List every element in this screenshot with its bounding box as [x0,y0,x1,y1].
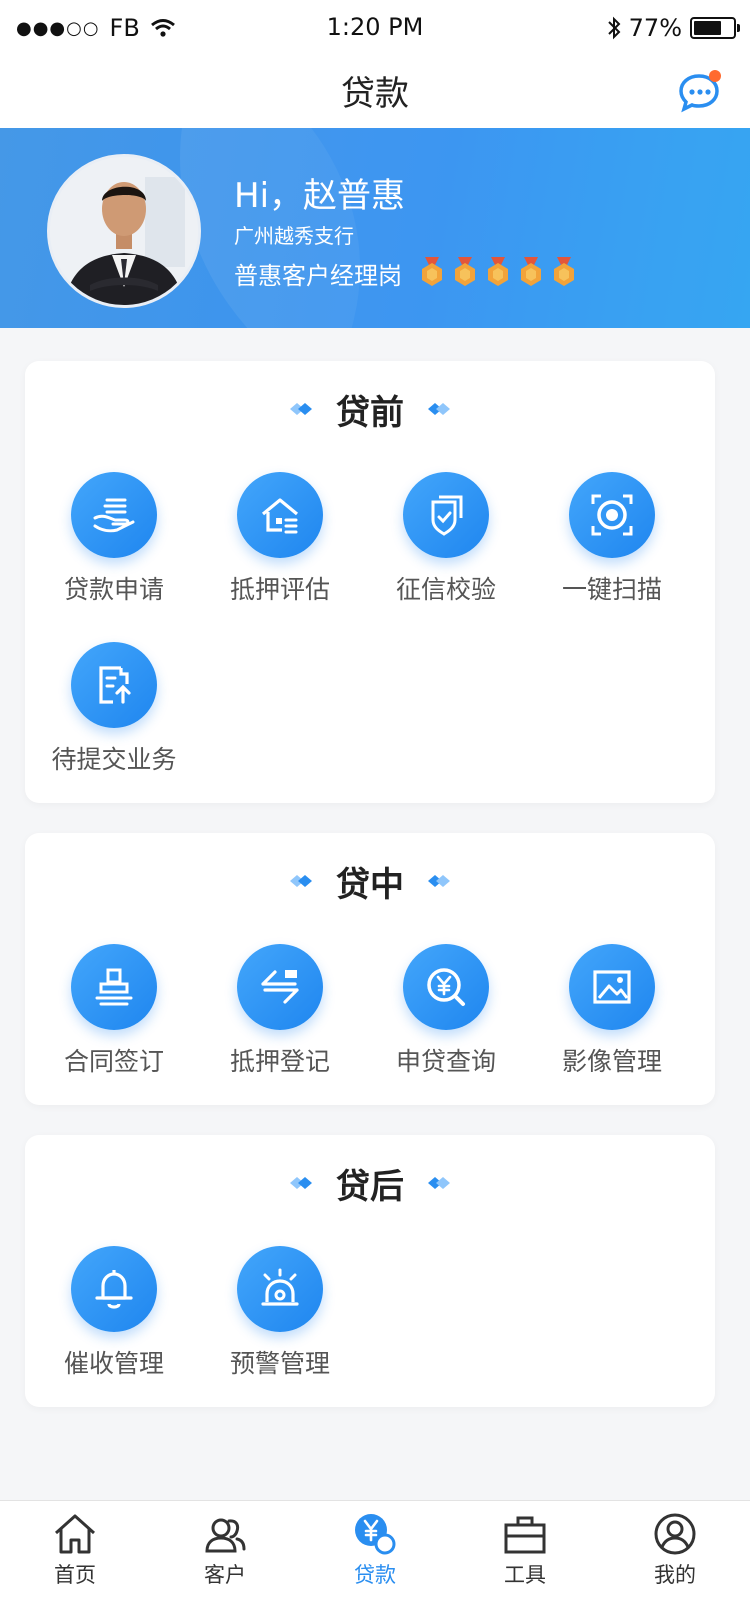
scan-icon [569,472,655,558]
image-icon [569,944,655,1030]
tab-label: 我的 [654,1563,696,1587]
customers-icon [205,1518,246,1553]
diamond-left-icon [290,403,312,415]
medal-icon [455,257,475,286]
tab-label: 首页 [54,1563,96,1587]
shield-check-icon [403,472,489,558]
medal-icon [554,257,574,286]
section-header: 贷后 [25,1161,715,1207]
role-name: 普惠客户经理岗 [234,262,402,290]
item-label: 一键扫描 [561,575,662,604]
transfer-icon [237,944,323,1030]
menu-item-pending-submit[interactable]: 待提交业务 [29,642,199,776]
menu-item-loan-apply[interactable]: 贷款申请 [29,472,199,606]
item-label: 抵押登记 [229,1047,330,1076]
section-header: 贷中 [25,859,715,905]
item-label: 催收管理 [63,1349,164,1378]
menu-item-loan-query[interactable]: 申贷查询 [361,944,531,1078]
branch-name: 广州越秀支行 [234,224,354,248]
home-icon [54,1514,96,1554]
nav-bar: 贷款 [0,56,750,128]
item-label: 征信校验 [395,575,496,604]
diamond-left-icon [290,875,312,887]
menu-item-mortgage-register[interactable]: 抵押登记 [195,944,365,1078]
greeting-text: Hi，赵普惠 [234,176,406,216]
menu-item-mortgage-evaluate[interactable]: 抵押评估 [195,472,365,606]
item-label: 合同签订 [63,1047,164,1076]
item-label: 待提交业务 [51,745,177,774]
item-label: 抵押评估 [229,575,330,604]
section-title: 贷中 [336,864,404,905]
menu-item-warning[interactable]: 预警管理 [195,1246,365,1380]
section-title: 贷前 [336,392,404,433]
loan-apply-icon [71,472,157,558]
medal-icon [488,257,508,286]
alarm-icon [237,1246,323,1332]
stamp-icon [71,944,157,1030]
tab-label: 工具 [504,1563,546,1587]
document-upload-icon [71,642,157,728]
user-photo [50,157,198,305]
bell-icon [71,1246,157,1332]
section-header: 贷前 [25,387,715,433]
tab-tools[interactable]: 工具 [450,1501,600,1601]
menu-item-image-manage[interactable]: 影像管理 [527,944,697,1078]
profile-banner: Hi，赵普惠 广州越秀支行 普惠客户经理岗 [0,128,750,328]
tab-label: 贷款 [354,1563,396,1587]
diamond-left-icon [290,1177,312,1189]
item-label: 预警管理 [229,1349,330,1378]
tab-customers[interactable]: 客户 [150,1501,300,1601]
tab-loan[interactable]: 贷款 [300,1501,450,1601]
tab-mine[interactable]: 我的 [600,1501,750,1601]
avatar[interactable] [47,154,201,308]
menu-item-credit-check[interactable]: 征信校验 [361,472,531,606]
house-evaluate-icon [237,472,323,558]
section-in-loan: 贷中 合同签订 抵押登记 申贷查询 影像管理 [25,833,715,1105]
section-post-loan: 贷后 催收管理 预警管理 [25,1135,715,1407]
page-title: 贷款 [341,74,409,114]
section-title: 贷后 [336,1166,404,1207]
menu-item-collection[interactable]: 催收管理 [29,1246,199,1380]
medal-icon [422,257,442,286]
message-button[interactable] [676,68,722,114]
medal-list [418,255,578,287]
chat-bubble-icon [679,70,721,113]
item-label: 申贷查询 [395,1047,496,1076]
toolbox-icon [504,1516,546,1554]
item-label: 贷款申请 [63,575,164,604]
diamond-right-icon [428,875,450,887]
diamond-right-icon [428,1177,450,1189]
medal-icon [521,257,541,286]
menu-item-contract-sign[interactable]: 合同签订 [29,944,199,1078]
status-time: 1:20 PM [326,13,424,41]
status-bar: ●●●○○ FB 1:20 PM 77% [0,0,750,56]
tab-home[interactable]: 首页 [0,1501,150,1601]
profile-icon [654,1513,696,1555]
item-label: 影像管理 [561,1047,662,1076]
battery-icon [690,17,740,39]
loan-yuan-icon [355,1514,396,1555]
diamond-right-icon [428,403,450,415]
tab-label: 客户 [204,1563,246,1587]
tab-bar: 首页 客户 贷款 工具 我的 [0,1500,750,1601]
section-pre-loan: 贷前 贷款申请 抵押评估 征信校验 一键扫描 待提交业务 [25,361,715,803]
yuan-search-icon [403,944,489,1030]
menu-item-one-click-scan[interactable]: 一键扫描 [527,472,697,606]
